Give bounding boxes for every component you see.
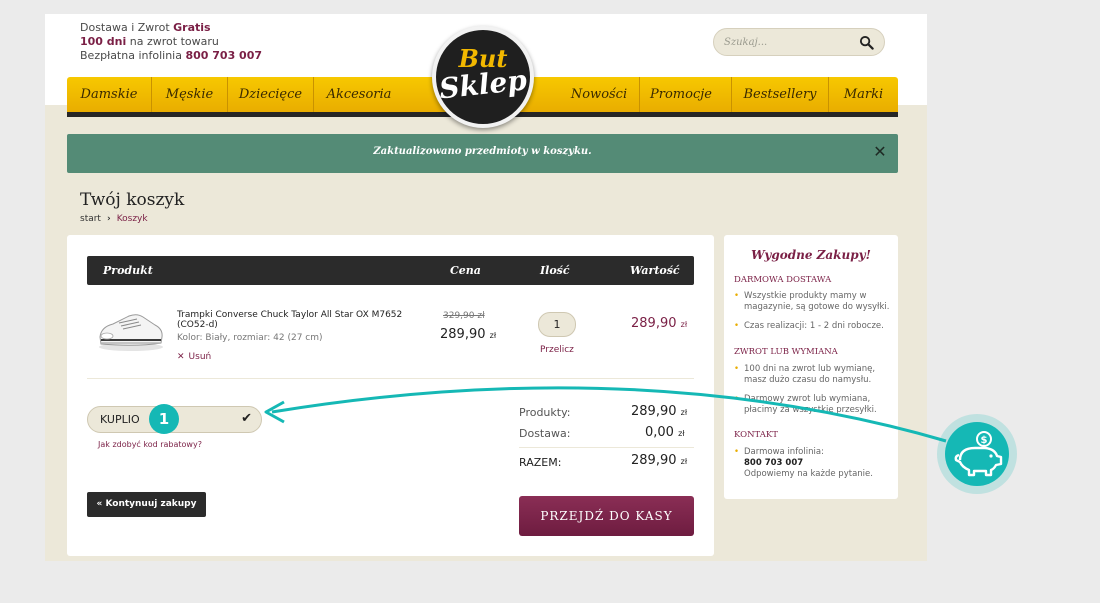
product-name[interactable]: Trampki Converse Chuck Taylor All Star O…: [177, 310, 407, 330]
breadcrumb-current: Koszyk: [116, 214, 148, 224]
chevron-right-icon: ›: [106, 214, 111, 224]
hotline-label: Darmowa infolinia:: [744, 447, 824, 457]
product-attributes: Kolor: Biały, rozmiar: 42 (27 cm): [177, 333, 323, 343]
close-icon[interactable]: ✕: [871, 143, 889, 161]
inner-circle: $: [945, 422, 1009, 486]
unit-price: 289,90 zł: [440, 327, 496, 342]
summary-shipping-label: Dostawa:: [519, 427, 571, 440]
search-box: [713, 28, 885, 56]
currency-label: zł: [680, 320, 688, 329]
line-total: 289,90 zł: [631, 316, 687, 331]
row-divider: [87, 378, 694, 379]
breadcrumb: start › Koszyk: [80, 214, 148, 224]
cart-updated-alert: Zaktualizowano przedmioty w koszyku. ✕: [67, 134, 898, 173]
line-total-value: 289,90: [631, 316, 677, 331]
svg-text:$: $: [981, 435, 988, 446]
summary-products-label: Produkty:: [519, 406, 571, 419]
currency-label: zł: [489, 331, 497, 340]
cart-table-header: Produkt Cena Ilość Wartość: [87, 256, 694, 285]
quantity-field[interactable]: 1: [538, 312, 576, 337]
summary-total-label: RAZEM:: [519, 456, 562, 469]
search-input[interactable]: [724, 35, 854, 50]
hotline-phone: 800 703 007: [744, 458, 804, 468]
coupon-help-link[interactable]: Jak zdobyć kod rabatowy?: [98, 440, 202, 449]
nav-promocje[interactable]: Promocje: [640, 77, 722, 112]
summary-total-value: 289,90 zł: [631, 453, 687, 468]
col-price: Cena: [450, 264, 481, 277]
site-logo[interactable]: But Sklep: [432, 26, 534, 128]
col-value: Wartość: [630, 264, 680, 277]
currency-label: zł: [678, 429, 685, 438]
sidebar-heading-shipping: Darmowa dostawa: [734, 275, 832, 285]
product-image[interactable]: [97, 307, 165, 353]
nav-damskie[interactable]: Damskie: [67, 77, 151, 112]
sidebar-bullet: Wszystkie produkty mamy w magazynie, są …: [734, 291, 894, 313]
sidebar-bullet: Czas realizacji: 1 - 2 dni robocze.: [734, 321, 894, 332]
remove-label: Usuń: [188, 352, 212, 362]
close-icon: ✕: [177, 352, 185, 362]
info-free: Gratis: [173, 21, 211, 34]
summary-divider: [519, 447, 694, 448]
nav-bestsellery[interactable]: Bestsellery: [732, 77, 828, 112]
coupon-code: KUPLIO: [100, 413, 140, 426]
cart-panel: Produkt Cena Ilość Wartość Trampki Conve…: [67, 235, 714, 556]
sidebar-heading-returns: Zwrot lub wymiana: [734, 347, 838, 357]
top-info: Dostawa i Zwrot Gratis 100 dni na zwrot …: [80, 21, 262, 63]
shipping-amount: 0,00: [645, 425, 674, 440]
info-days: 100 dni: [80, 35, 127, 48]
nav-marki[interactable]: Marki: [829, 77, 898, 112]
col-quantity: Ilość: [540, 264, 570, 277]
unit-price-value: 289,90: [440, 327, 486, 342]
info-return: na zwrot towaru: [126, 35, 219, 48]
nav-akcesoria[interactable]: Akcesoria: [314, 77, 404, 112]
continue-shopping-button[interactable]: « Kontynuuj zakupy: [87, 492, 206, 517]
remove-item-button[interactable]: ✕ Usuń: [177, 352, 211, 362]
products-amount: 289,90: [631, 404, 677, 419]
nav-dzieciece[interactable]: Dziecięce: [228, 77, 313, 112]
checkmark-icon[interactable]: ✔: [241, 411, 252, 426]
alert-message: Zaktualizowano przedmioty w koszyku.: [373, 146, 592, 157]
currency-label: zł: [680, 457, 688, 466]
nav-nowosci[interactable]: Nowości: [563, 77, 635, 112]
col-product: Produkt: [103, 264, 153, 277]
recalculate-link[interactable]: Przelicz: [540, 345, 574, 355]
sidebar-bullet: 100 dni na zwrot lub wymianę, masz dużo …: [734, 364, 894, 386]
info-hotline: Bezpłatna infolinia: [80, 49, 186, 62]
piggy-bank-icon: $: [954, 431, 1003, 477]
old-price: 329,90 zł: [443, 311, 485, 321]
hotline-note: Odpowiemy na każde pytanie.: [744, 469, 873, 479]
summary-shipping-value: 0,00 zł: [645, 425, 685, 440]
checkout-button[interactable]: PRZEJDŹ DO KASY: [519, 496, 694, 536]
info-phone: 800 703 007: [185, 49, 263, 62]
info-shipping: Dostawa i Zwrot: [80, 21, 174, 34]
summary-products-value: 289,90 zł: [631, 404, 687, 419]
sidebar-title: Wygodne Zakupy!: [751, 248, 871, 262]
sidebar-bullet: Darmowy zwrot lub wymiana, płacimy za ws…: [734, 394, 894, 416]
total-amount: 289,90: [631, 453, 677, 468]
page-title: Twój koszyk: [80, 190, 185, 210]
nav-meskie[interactable]: Męskie: [152, 77, 227, 112]
sidebar-bullet-contact: Darmowa infolinia: 800 703 007 Odpowiemy…: [734, 447, 894, 480]
currency-label: zł: [680, 408, 688, 417]
search-icon[interactable]: [859, 35, 874, 50]
savings-badge: $: [937, 414, 1017, 494]
shop-page: Dostawa i Zwrot Gratis 100 dni na zwrot …: [45, 14, 927, 561]
benefits-sidebar: Wygodne Zakupy! Darmowa dostawa Wszystki…: [724, 235, 898, 499]
step-badge: 1: [149, 404, 179, 434]
breadcrumb-home[interactable]: start: [80, 214, 101, 224]
sidebar-heading-contact: Kontakt: [734, 430, 778, 440]
